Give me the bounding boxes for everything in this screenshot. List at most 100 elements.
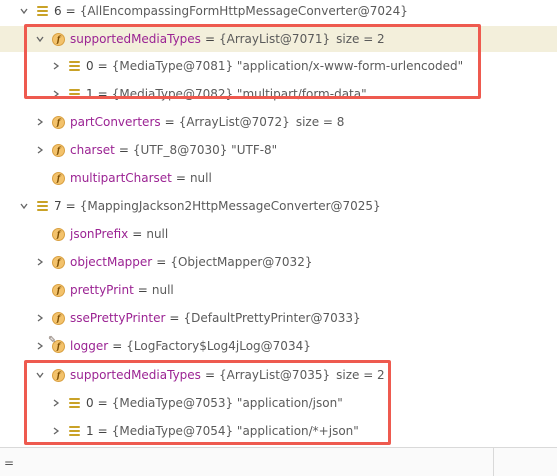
field-name: logger [70,339,109,353]
tree-node-supportedMediaTypes[interactable]: f supportedMediaTypes = {ArrayList@7071} si… [0,26,557,52]
field-icon: f [52,311,65,325]
tree-node-partConverters[interactable]: f partConverters = {ArrayList@7072} size = … [0,109,557,135]
node-value: null [189,171,212,185]
value-field: = [4,456,15,470]
node-index: 1 [86,87,94,101]
equals-sign: = [175,171,186,185]
node-value: null [146,227,169,241]
tree-node-6[interactable]: 6 = {AllEncompassingFormHttpMessageConvert… [0,0,557,24]
node-value: {MediaType@7081} "application/x-www-form… [111,59,464,73]
node-value: {MediaType@7053} "application/json" [111,396,343,410]
node-value: {MappingJackson2HttpMessageConverter@702… [79,199,381,213]
tree-node-0[interactable]: 0 = {MediaType@7081} "application/x-www-fo… [0,53,557,79]
static-field-icon: ✎ f [48,335,65,353]
chevron-right-icon[interactable] [50,88,62,100]
node-value: {ArrayList@7035} [219,368,331,382]
field-icon: f [52,32,65,46]
equals-sign: = [204,368,215,382]
evaluate-bar[interactable]: = [0,447,557,476]
chevron-right-icon[interactable] [34,256,46,268]
equals-sign: = [65,4,76,18]
field-icon: f [52,115,65,129]
field-name: partConverters [70,115,161,129]
collection-size: size = 2 [336,32,385,46]
node-value: {ObjectMapper@7032} [170,255,313,269]
equals-sign: = [97,424,108,438]
node-value: {DefaultPrettyPrinter@7033} [183,311,361,325]
equals-sign: = [204,32,215,46]
list-icon [68,88,81,101]
field-icon: f [52,283,65,297]
tree-node-logger[interactable]: ✎ f logger = {LogFactory$Log4jLog@7034} [0,333,557,359]
chevron-right-icon[interactable] [50,397,62,409]
node-value: {MediaType@7082} "multipart/form-data" [111,87,367,101]
field-icon: f [52,227,65,241]
field-icon: f [52,143,65,157]
equals-sign: = [97,87,108,101]
field-name: prettyPrint [70,283,134,297]
list-icon [68,60,81,73]
field-name: jsonPrefix [70,227,129,241]
equals-sign: = [156,255,167,269]
list-icon [36,5,49,18]
node-index: 0 [86,59,94,73]
equals-sign: = [169,311,180,325]
node-value: {LogFactory$Log4jLog@7034} [126,339,311,353]
chevron-right-icon[interactable] [34,312,46,324]
equals-sign: = [97,396,108,410]
collection-size: size = 2 [336,368,385,382]
node-value: {ArrayList@7072} [178,115,290,129]
list-icon [68,425,81,438]
equals-sign: = [164,115,175,129]
tree-node-1-json[interactable]: 1 = {MediaType@7054} "application/*+json" [0,418,557,444]
tree-node-7[interactable]: 7 = {MappingJackson2HttpMessageConverter@7… [0,193,557,219]
pin-icon: ✎ [48,334,57,346]
tree-node-supportedMediaTypes-2[interactable]: f supportedMediaTypes = {ArrayList@7035} si… [0,362,557,388]
equals-sign: = [65,199,76,213]
field-icon: f [52,171,65,185]
node-index: 7 [54,199,62,213]
field-name: charset [70,143,115,157]
equals-sign: = [97,59,108,73]
node-value: {UTF_8@7030} "UTF-8" [132,143,278,157]
tree-node-charset[interactable]: f charset = {UTF_8@7030} "UTF-8" [0,137,557,163]
list-icon [68,397,81,410]
field-icon: f [52,368,65,382]
equals-sign: = [132,227,143,241]
tree-node-objectMapper[interactable]: f objectMapper = {ObjectMapper@7032} [0,249,557,275]
divider [493,448,494,476]
chevron-down-icon[interactable] [18,200,30,212]
chevron-down-icon[interactable] [18,5,30,17]
chevron-down-icon[interactable] [34,369,46,381]
tree-node-1[interactable]: 1 = {MediaType@7082} "multipart/form-data" [0,81,557,107]
field-name: multipartCharset [70,171,172,185]
equals-sign: = [112,339,123,353]
node-value: {ArrayList@7071} [219,32,331,46]
tree-node-ssePrettyPrinter[interactable]: f ssePrettyPrinter = {DefaultPrettyPrinter… [0,305,557,331]
tree-node-multipartCharset[interactable]: f multipartCharset = null [0,165,557,191]
node-value: {MediaType@7054} "application/*+json" [111,424,359,438]
field-icon: f [52,255,65,269]
tree-node-0-json[interactable]: 0 = {MediaType@7053} "application/json" [0,390,557,416]
equals-sign: = [137,283,148,297]
chevron-down-icon[interactable] [34,33,46,45]
field-name: supportedMediaTypes [70,368,201,382]
field-name: supportedMediaTypes [70,32,201,46]
list-icon [36,200,49,213]
chevron-right-icon[interactable] [34,144,46,156]
node-index: 6 [54,4,62,18]
variables-tree: 6 = {AllEncompassingFormHttpMessageConvert… [0,0,557,447]
node-value: {AllEncompassingFormHttpMessageConverter… [79,4,408,18]
chevron-right-icon[interactable] [34,340,46,352]
equals-sign: = [118,143,129,157]
node-index: 0 [86,396,94,410]
field-name: ssePrettyPrinter [70,311,166,325]
collection-size: size = 8 [295,115,345,129]
node-index: 1 [86,424,94,438]
tree-node-prettyPrint[interactable]: f prettyPrint = null [0,277,557,303]
tree-node-jsonPrefix[interactable]: f jsonPrefix = null [0,221,557,247]
node-value: null [151,283,174,297]
chevron-right-icon[interactable] [50,60,62,72]
chevron-right-icon[interactable] [34,116,46,128]
chevron-right-icon[interactable] [50,425,62,437]
